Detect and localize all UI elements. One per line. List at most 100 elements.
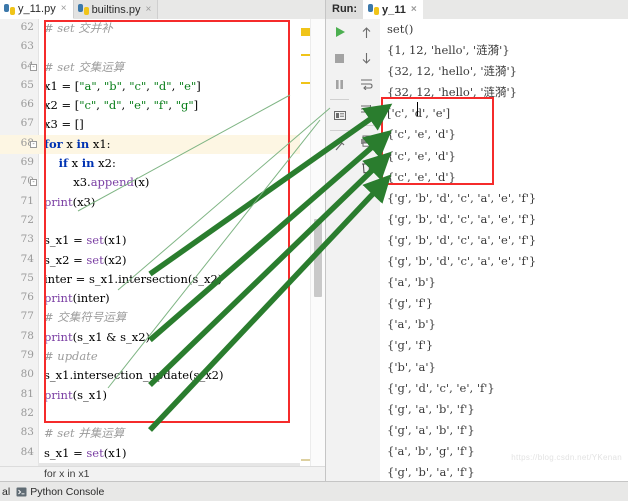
change-marker[interactable]: [301, 82, 310, 84]
line-number-row[interactable]: 75: [0, 270, 38, 289]
line-number-row[interactable]: 71: [0, 193, 38, 212]
line-number-row[interactable]: 67: [0, 115, 38, 134]
pin-button[interactable]: [326, 133, 353, 159]
line-number-row[interactable]: 83: [0, 424, 38, 443]
code-line[interactable]: # set 交并补: [38, 19, 325, 38]
line-number-row[interactable]: 80: [0, 366, 38, 385]
code-line[interactable]: if x in x2:: [38, 154, 325, 173]
soft-wrap-button[interactable]: [353, 71, 380, 97]
line-number-row[interactable]: 74: [0, 251, 38, 270]
line-number-row[interactable]: 84: [0, 444, 38, 463]
console-output-line: {'g', 'b', 'a', 'f'}: [380, 462, 628, 481]
code-line[interactable]: # update: [38, 347, 325, 366]
code-line[interactable]: [38, 405, 325, 424]
editor-scrollbar-thumb[interactable]: [314, 219, 322, 297]
line-number-row[interactable]: 76: [0, 289, 38, 308]
toolbar-divider: [357, 125, 376, 126]
line-number-row[interactable]: 66: [0, 96, 38, 115]
pause-button[interactable]: [326, 71, 353, 97]
console-output-line: {'g', 'f'}: [380, 293, 628, 314]
code-line[interactable]: inter = s_x1.intersection(s_x2): [38, 270, 325, 289]
line-number: 76: [21, 291, 34, 303]
change-marker[interactable]: [301, 459, 310, 461]
line-number: 63: [21, 40, 34, 52]
status-bar-left-label[interactable]: al: [2, 486, 10, 498]
line-number-row[interactable]: 73: [0, 231, 38, 250]
editor-tab-builtins[interactable]: builtins.py ×: [74, 0, 159, 19]
code-fold-toggle-icon[interactable]: -: [30, 179, 37, 186]
editor-scrollbar[interactable]: [310, 19, 325, 481]
line-number-row[interactable]: 78: [0, 328, 38, 347]
print-button[interactable]: [353, 128, 380, 154]
editor-tab-label: y_11.py: [18, 3, 56, 15]
line-number-row[interactable]: 77: [0, 308, 38, 327]
console-output-line: {'g', 'b', 'd', 'c', 'a', 'e', 'f'}: [380, 230, 628, 251]
line-number-row[interactable]: 63: [0, 38, 38, 57]
console-output-line: {32, 12, 'hello', '涟漪'}: [380, 82, 628, 103]
scroll-to-end-button[interactable]: [353, 97, 380, 123]
line-number-row[interactable]: 70-: [0, 173, 38, 192]
console-output-line: {32, 12, 'hello', '涟漪'}: [380, 61, 628, 82]
code-line[interactable]: s_x1 = set(x1): [38, 231, 325, 250]
code-line[interactable]: print(s_x1): [38, 386, 325, 405]
editor-tab-label: builtins.py: [92, 4, 141, 16]
up-arrow-button[interactable]: [353, 19, 380, 45]
run-tab-y11[interactable]: y_11 ×: [363, 0, 423, 19]
run-button[interactable]: [326, 19, 353, 45]
code-line[interactable]: x3.append(x): [38, 173, 325, 192]
line-number-row[interactable]: 72: [0, 212, 38, 231]
python-console-status-item[interactable]: Python Console: [16, 486, 104, 498]
code-line[interactable]: # 交集符号运算: [38, 308, 325, 327]
code-line[interactable]: # set 交集运算: [38, 58, 325, 77]
code-line[interactable]: print(s_x1 & s_x2): [38, 328, 325, 347]
change-marker[interactable]: [301, 54, 310, 56]
code-line[interactable]: # set 并集运算: [38, 424, 325, 443]
code-line[interactable]: x3 = []: [38, 115, 325, 134]
code-line[interactable]: [38, 38, 325, 57]
close-icon[interactable]: ×: [61, 4, 67, 14]
editor-tab-y11[interactable]: y_11.py ×: [0, 0, 74, 19]
stop-button[interactable]: [326, 45, 353, 71]
code-editor[interactable]: 626364-65666768-6970-7172737475767778798…: [0, 19, 325, 481]
line-number-row[interactable]: 82: [0, 405, 38, 424]
line-number-row[interactable]: 79: [0, 347, 38, 366]
line-number: 62: [21, 21, 34, 33]
status-bar: al Python Console: [0, 481, 628, 501]
console-output-line: {'g', 'b', 'd', 'c', 'a', 'e', 'f'}: [380, 188, 628, 209]
code-line[interactable]: [38, 212, 325, 231]
line-number-row[interactable]: 62: [0, 19, 38, 38]
console-output-line: {'a', 'b'}: [380, 272, 628, 293]
line-number-row[interactable]: 65: [0, 77, 38, 96]
breadcrumb: for x in x1: [0, 466, 325, 481]
close-icon[interactable]: ×: [145, 5, 151, 15]
console-output-line: {'c', 'e', 'd'}: [380, 124, 628, 145]
code-line[interactable]: s_x2 = set(x2): [38, 251, 325, 270]
line-number-row[interactable]: 69: [0, 154, 38, 173]
code-line[interactable]: x1 = ["a", "b", "c", "d", "e"]: [38, 77, 325, 96]
python-file-icon: [368, 4, 379, 15]
code-line[interactable]: s_x1.intersection_update(s_x2): [38, 366, 325, 385]
close-icon[interactable]: ×: [411, 5, 417, 15]
code-line[interactable]: print(inter): [38, 289, 325, 308]
restore-layout-button[interactable]: [326, 102, 353, 128]
python-file-icon: [4, 4, 15, 15]
run-console-output[interactable]: set(){1, 12, 'hello', '涟漪'}{32, 12, 'hel…: [380, 19, 628, 481]
code-line[interactable]: x2 = ["c", "d", "e", "f", "g"]: [38, 96, 325, 115]
code-line[interactable]: print(x3): [38, 193, 325, 212]
code-line[interactable]: s_x1 = set(x1): [38, 444, 325, 463]
warning-marker[interactable]: [301, 28, 310, 36]
code-fold-toggle-icon[interactable]: -: [30, 64, 37, 71]
line-number-gutter[interactable]: 626364-65666768-6970-7172737475767778798…: [0, 19, 39, 481]
line-number: 66: [21, 98, 34, 110]
code-fold-toggle-icon[interactable]: -: [30, 141, 37, 148]
line-number-row[interactable]: 81: [0, 386, 38, 405]
console-output-line: {'b', 'a'}: [380, 357, 628, 378]
code-text-area[interactable]: # set 交并补 # set 交集运算x1 = ["a", "b", "c",…: [38, 19, 325, 481]
line-number-row[interactable]: 68-: [0, 135, 38, 154]
editor-tab-strip: y_11.py × builtins.py ×: [0, 0, 325, 20]
clear-all-trash-icon[interactable]: [353, 154, 380, 180]
line-number-row[interactable]: 64-: [0, 58, 38, 77]
code-line[interactable]: for x in x1:: [38, 135, 325, 154]
run-toolbar-right: [353, 19, 381, 481]
down-arrow-button[interactable]: [353, 45, 380, 71]
